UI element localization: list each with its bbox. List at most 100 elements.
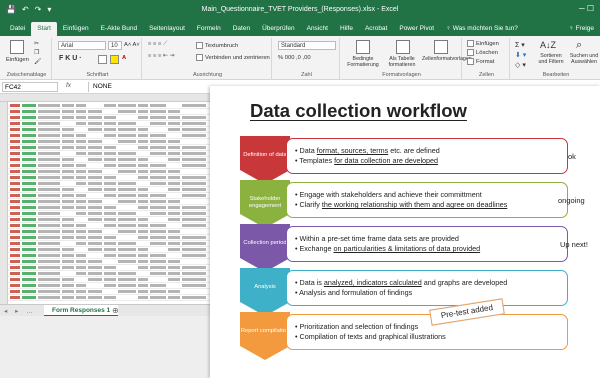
table-cell[interactable]: [10, 284, 20, 287]
fill-icon[interactable]: ⬇ ▾: [515, 51, 526, 59]
table-cell[interactable]: [168, 176, 180, 179]
ribbon-tab[interactable]: Überprüfen: [256, 22, 301, 36]
table-cell[interactable]: [62, 254, 74, 257]
ribbon-tab[interactable]: Formeln: [191, 22, 227, 36]
table-cell[interactable]: [88, 272, 102, 275]
table-cell[interactable]: [38, 230, 60, 233]
table-cell[interactable]: [22, 194, 36, 197]
table-cell[interactable]: [118, 260, 136, 263]
table-cell[interactable]: [168, 236, 180, 239]
table-cell[interactable]: [62, 176, 74, 179]
table-cell[interactable]: [104, 296, 116, 299]
table-cell[interactable]: [118, 110, 136, 113]
table-cell[interactable]: [22, 272, 36, 275]
table-cell[interactable]: [168, 242, 180, 245]
table-cell[interactable]: [104, 116, 116, 119]
table-cell[interactable]: [10, 254, 20, 257]
table-cell[interactable]: [118, 224, 136, 227]
table-cell[interactable]: [118, 134, 136, 137]
table-cell[interactable]: [118, 158, 136, 161]
table-cell[interactable]: [138, 236, 148, 239]
table-cell[interactable]: [62, 194, 74, 197]
table-cell[interactable]: [22, 182, 36, 185]
copy-icon[interactable]: ❐: [34, 50, 39, 56]
table-cell[interactable]: [150, 236, 166, 239]
table-cell[interactable]: [168, 110, 180, 113]
table-cell[interactable]: [168, 290, 180, 293]
table-cell[interactable]: [22, 188, 36, 191]
font-size-select[interactable]: 10: [108, 41, 122, 50]
table-cell[interactable]: [62, 128, 74, 131]
table-cell[interactable]: [22, 200, 36, 203]
table-cell[interactable]: [10, 290, 20, 293]
table-cell[interactable]: [22, 290, 36, 293]
ribbon-tab[interactable]: Power Pivot: [393, 22, 440, 36]
paste-button[interactable]: Einfügen: [6, 57, 29, 63]
table-cell[interactable]: [62, 260, 74, 263]
table-cell[interactable]: [88, 212, 102, 215]
table-cell[interactable]: [38, 116, 60, 119]
window-controls[interactable]: ─ ☐: [579, 4, 594, 13]
table-cell[interactable]: [22, 158, 36, 161]
table-cell[interactable]: [10, 278, 20, 281]
table-cell[interactable]: [62, 200, 74, 203]
table-cell[interactable]: [38, 242, 60, 245]
ribbon-tab[interactable]: ♀ Was möchten Sie tun?: [440, 22, 524, 36]
table-cell[interactable]: [150, 152, 166, 155]
table-cell[interactable]: [62, 188, 74, 191]
table-cell[interactable]: [150, 260, 166, 263]
table-cell[interactable]: [88, 242, 102, 245]
ribbon-tab[interactable]: E-Akte Bund: [95, 22, 144, 36]
table-cell[interactable]: [88, 266, 102, 269]
table-cell[interactable]: [118, 182, 136, 185]
table-cell[interactable]: [182, 284, 206, 287]
table-cell[interactable]: [118, 212, 136, 215]
table-cell[interactable]: [38, 122, 60, 125]
table-cell[interactable]: [76, 272, 86, 275]
table-cell[interactable]: [10, 146, 20, 149]
table-cell[interactable]: [118, 128, 136, 131]
table-cell[interactable]: [118, 194, 136, 197]
table-cell[interactable]: [182, 266, 206, 269]
table-cell[interactable]: [182, 206, 206, 209]
table-cell[interactable]: [22, 248, 36, 251]
table-cell[interactable]: [182, 116, 206, 119]
table-cell[interactable]: [150, 170, 166, 173]
row-headers[interactable]: [0, 102, 8, 304]
table-cell[interactable]: [168, 278, 180, 281]
table-cell[interactable]: [182, 164, 206, 167]
table-cell[interactable]: [88, 218, 102, 221]
table-cell[interactable]: [168, 218, 180, 221]
table-cell[interactable]: [182, 122, 206, 125]
table-cell[interactable]: [10, 260, 20, 263]
table-cell[interactable]: [38, 236, 60, 239]
table-cell[interactable]: [150, 296, 166, 299]
table-cell[interactable]: [88, 278, 102, 281]
table-cell[interactable]: [168, 152, 180, 155]
table-cell[interactable]: [10, 158, 20, 161]
find-select-button[interactable]: Suchen und Auswählen: [568, 53, 600, 65]
ribbon-tab[interactable]: Ansicht: [301, 22, 334, 36]
font-name-select[interactable]: Arial: [58, 41, 106, 50]
table-cell[interactable]: [138, 110, 148, 113]
table-cell[interactable]: [118, 284, 136, 287]
table-cell[interactable]: [104, 254, 116, 257]
table-cell[interactable]: [76, 140, 86, 143]
table-cell[interactable]: [118, 248, 136, 251]
table-cell[interactable]: [150, 254, 166, 257]
table-cell[interactable]: [104, 152, 116, 155]
table-cell[interactable]: [10, 194, 20, 197]
table-cell[interactable]: [22, 278, 36, 281]
insert-cells-button[interactable]: Einfügen: [467, 40, 499, 47]
align-left-icons[interactable]: ≡ ≡ ≡ ⇤ ⇥: [148, 53, 174, 59]
table-cell[interactable]: [38, 146, 60, 149]
table-cell[interactable]: [88, 290, 102, 293]
table-cell[interactable]: [62, 284, 74, 287]
table-cell[interactable]: [22, 152, 36, 155]
table-cell[interactable]: [38, 272, 60, 275]
table-cell[interactable]: [182, 212, 206, 215]
insert-function-icon[interactable]: fx: [66, 82, 71, 89]
table-cell[interactable]: [168, 206, 180, 209]
table-cell[interactable]: [22, 122, 36, 125]
table-cell[interactable]: [182, 152, 206, 155]
